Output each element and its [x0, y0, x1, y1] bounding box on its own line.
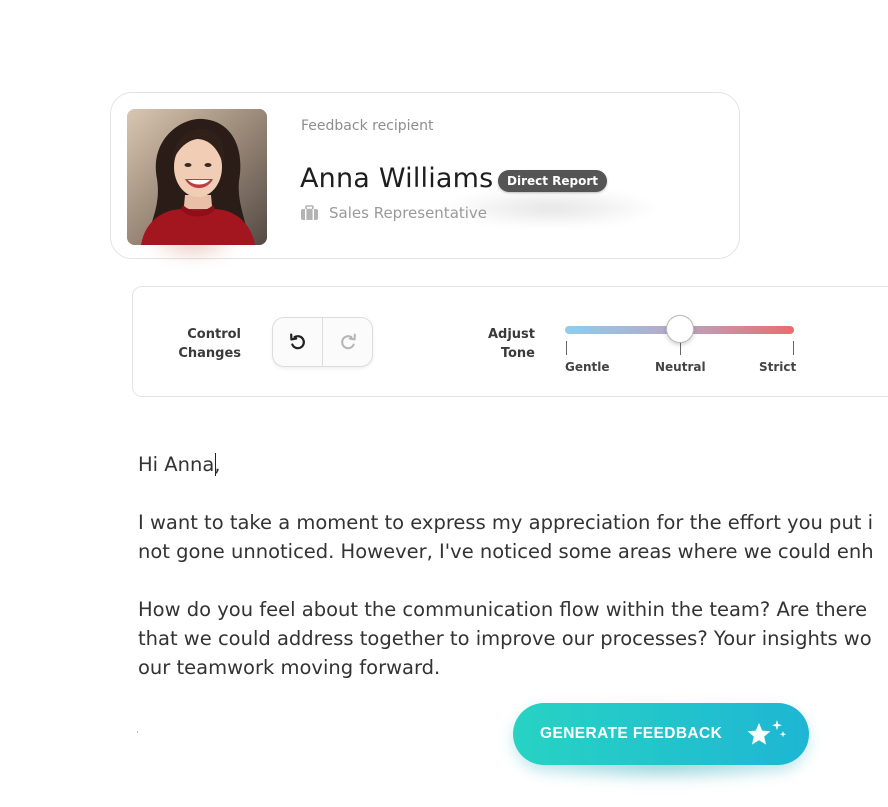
- paragraph-1-line-1: I want to take a moment to express my ap…: [138, 511, 874, 534]
- greeting-text: Hi Anna,: [138, 453, 221, 476]
- undo-redo-group: [272, 317, 373, 367]
- undo-icon: [289, 333, 305, 350]
- control-changes-label-line2: Changes: [178, 346, 241, 361]
- recipient-card: Feedback recipient Anna Williams Direct …: [110, 92, 740, 263]
- role-text: Sales Representative: [329, 204, 488, 222]
- adjust-tone-label-line1: Adjust: [487, 327, 535, 342]
- control-changes-label: Control Changes: [173, 325, 241, 363]
- undo-button[interactable]: [273, 318, 322, 366]
- control-panel: Control Changes Adjust Tone Gentle Neutr…: [132, 286, 888, 397]
- paragraph-2-line-3: our teamwork moving forward.: [138, 656, 441, 679]
- adjust-tone-label: Adjust Tone: [479, 325, 535, 363]
- greeting-line: Hi Anna,: [138, 450, 888, 479]
- redo-button[interactable]: [322, 318, 372, 366]
- feedback-composer: Feedback recipient Anna Williams Direct …: [0, 0, 888, 807]
- paragraph-1: I want to take a moment to express my ap…: [138, 508, 888, 566]
- briefcase-icon: [301, 205, 318, 220]
- feedback-editor[interactable]: Hi Anna, I want to take a moment to expr…: [138, 450, 888, 682]
- tone-tick-neutral: [680, 341, 681, 355]
- redo-icon: [340, 333, 356, 350]
- paragraph-1-line-2: not gone unnoticed. However, I've notice…: [138, 540, 874, 563]
- recipient-label: Feedback recipient: [301, 118, 434, 134]
- control-changes-label-line1: Control: [187, 327, 241, 342]
- tone-slider-handle[interactable]: [665, 315, 694, 343]
- tone-label-neutral[interactable]: Neutral: [655, 360, 706, 374]
- paragraph-2-line-2: that we could address together to improv…: [138, 627, 872, 650]
- divider-mark: [137, 731, 138, 733]
- avatar: [127, 109, 267, 245]
- adjust-tone-label-line2: Tone: [500, 346, 535, 361]
- tone-label-gentle[interactable]: Gentle: [565, 360, 610, 374]
- paragraph-2-line-1: How do you feel about the communication …: [138, 598, 868, 621]
- text-caret: [214, 453, 216, 476]
- tone-tick-gentle: [566, 341, 567, 355]
- profile-photo: [127, 109, 267, 245]
- generate-feedback-button[interactable]: GENERATE FEEDBACK: [513, 703, 809, 765]
- tone-tick-strict: [793, 341, 794, 355]
- sparkle-star-icon: [747, 720, 787, 745]
- avatar-container: [127, 109, 267, 263]
- paragraph-2: How do you feel about the communication …: [138, 595, 888, 682]
- recipient-role: Sales Representative: [300, 203, 487, 223]
- generate-feedback-label: GENERATE FEEDBACK: [540, 725, 723, 742]
- tone-label-strict[interactable]: Strict: [759, 360, 796, 374]
- recipient-name: Anna Williams: [300, 163, 494, 194]
